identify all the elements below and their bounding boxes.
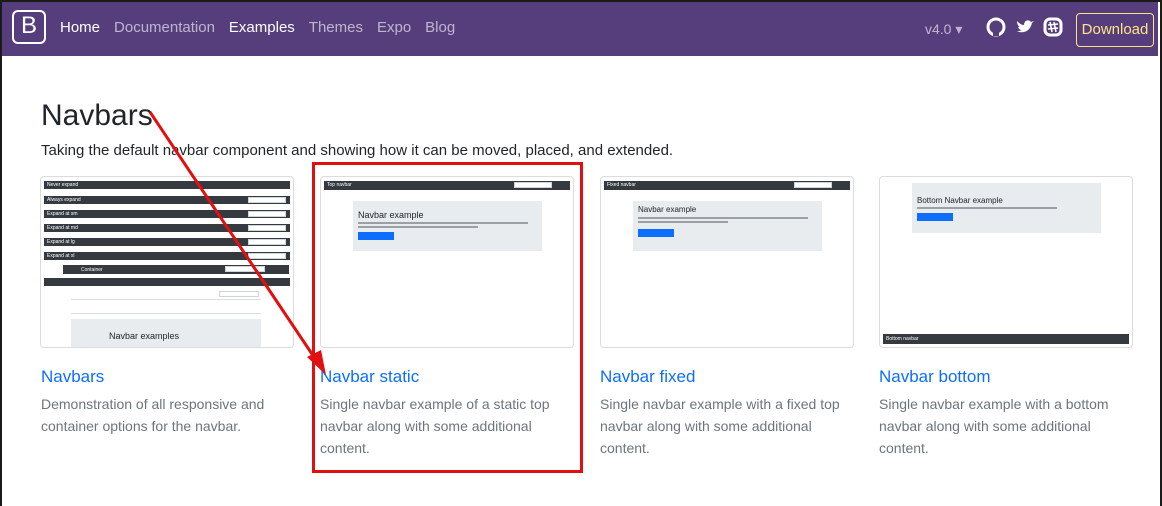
card-title-navbar-fixed[interactable]: Navbar fixed [600, 367, 695, 387]
github-icon[interactable] [985, 16, 1007, 38]
twitter-icon[interactable] [1014, 16, 1036, 38]
mini-search [248, 239, 286, 245]
highlight-box [312, 162, 583, 473]
page-title: Navbars [41, 99, 153, 132]
mini-button [917, 213, 953, 221]
mini-heading: Navbar examples [109, 331, 180, 341]
mini-row-label: Always expand [47, 197, 81, 203]
mini-row-label: Expand at lg [47, 239, 75, 245]
download-button[interactable]: Download [1076, 13, 1154, 47]
nav-themes[interactable]: Themes [309, 19, 363, 36]
version-dropdown[interactable]: v4.0 ▾ [925, 21, 962, 38]
mini-search [219, 291, 259, 297]
mini-text-line [638, 217, 808, 219]
mini-search [248, 225, 286, 231]
mini-search [794, 182, 832, 188]
card-desc-navbars: Demonstration of all responsive and cont… [41, 396, 265, 434]
mini-search [248, 197, 286, 203]
mini-brand: Fixed navbar [607, 182, 636, 188]
mini-row-label: Expand at sm [47, 211, 78, 217]
mini-button [638, 229, 674, 237]
card-desc-navbar-fixed: Single navbar example with a fixed top n… [600, 396, 840, 456]
mini-search [225, 266, 265, 272]
navbar-bottom-thumbnail[interactable]: Bottom Navbar example Bottom navbar [879, 176, 1133, 348]
navbars-thumbnail[interactable]: Never expand Always expand Expand at sm … [40, 176, 294, 348]
mini-bottom-navbar [883, 334, 1129, 344]
mini-text-line [917, 207, 1057, 209]
nav-links: Home Documentation Examples Themes Expo … [60, 19, 455, 36]
mini-heading: Navbar example [638, 205, 697, 214]
mini-row-label: Container [81, 267, 103, 273]
top-navbar: B Home Documentation Examples Themes Exp… [2, 2, 1158, 56]
nav-documentation[interactable]: Documentation [114, 19, 215, 36]
mini-brand: Bottom navbar [886, 336, 919, 342]
nav-blog[interactable]: Blog [425, 19, 455, 36]
mini-row-label: Never expand [47, 182, 79, 188]
mini-search [248, 211, 286, 217]
mini-navbar [44, 278, 290, 286]
nav-examples[interactable]: Examples [229, 19, 295, 36]
card-title-navbars[interactable]: Navbars [41, 367, 104, 387]
card-desc-navbar-bottom: Single navbar example with a bottom navb… [879, 396, 1109, 456]
card-title-navbar-bottom[interactable]: Navbar bottom [879, 367, 991, 387]
nav-expo[interactable]: Expo [377, 19, 411, 36]
bootstrap-logo[interactable]: B [12, 10, 46, 44]
slack-icon[interactable] [1042, 16, 1064, 38]
mini-heading: Bottom Navbar example [917, 196, 1003, 205]
mini-row-label: Expand at xl [47, 253, 75, 259]
navbar-fixed-thumbnail[interactable]: Fixed navbar Navbar example [600, 176, 854, 348]
page-lead: Taking the default navbar component and … [41, 142, 674, 159]
mini-navbar [44, 181, 290, 189]
mini-search [248, 253, 286, 259]
nav-home[interactable]: Home [60, 19, 100, 36]
mini-light-navbar [71, 304, 261, 314]
mini-row-label: Expand at md [47, 225, 78, 231]
mini-text-line [638, 221, 728, 223]
